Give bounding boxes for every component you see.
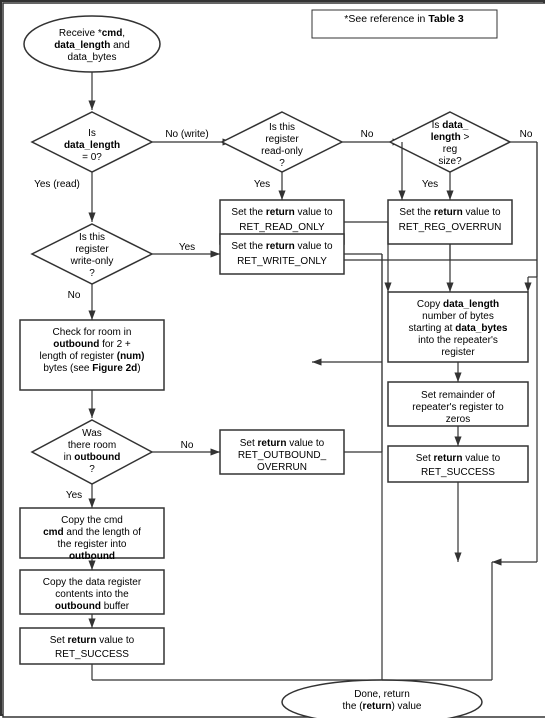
- diagram-container: *See reference in Table 3 Receive *cmd, …: [0, 0, 545, 716]
- svg-text:?: ?: [89, 464, 95, 475]
- svg-text:Yes: Yes: [254, 179, 270, 190]
- svg-text:Is data_: Is data_: [432, 120, 469, 131]
- svg-text:RET_OUTBOUND_: RET_OUTBOUND_: [238, 450, 327, 461]
- svg-text:register: register: [441, 347, 475, 358]
- svg-text:*See reference in Table 3: *See reference in Table 3: [344, 13, 464, 25]
- svg-text:starting at data_bytes: starting at data_bytes: [409, 323, 508, 334]
- svg-text:Set return value to: Set return value to: [50, 635, 135, 646]
- svg-text:in outbound: in outbound: [64, 452, 121, 463]
- svg-text:RET_SUCCESS: RET_SUCCESS: [55, 649, 129, 660]
- svg-text:Copy the cmd: Copy the cmd: [61, 515, 123, 526]
- svg-text:Set return value to: Set return value to: [416, 453, 501, 464]
- svg-text:there room: there room: [68, 440, 116, 451]
- svg-text:write-only: write-only: [70, 256, 114, 267]
- svg-text:Yes: Yes: [422, 179, 438, 190]
- svg-text:Copy the data register: Copy the data register: [43, 577, 142, 588]
- svg-text:length >: length >: [431, 132, 470, 143]
- svg-text:Yes: Yes: [179, 242, 195, 253]
- svg-text:OVERRUN: OVERRUN: [257, 462, 307, 473]
- svg-text:Is: Is: [88, 128, 96, 139]
- svg-text:register: register: [75, 244, 109, 255]
- svg-text:No (write): No (write): [165, 129, 208, 140]
- svg-text:number of bytes: number of bytes: [422, 311, 494, 322]
- svg-text:RET_READ_ONLY: RET_READ_ONLY: [239, 222, 325, 233]
- svg-text:RET_REG_OVERRUN: RET_REG_OVERRUN: [399, 222, 502, 233]
- svg-text:Set the return value to: Set the return value to: [231, 241, 333, 252]
- svg-text:Done, return: Done, return: [354, 689, 410, 700]
- svg-text:size?: size?: [438, 156, 462, 167]
- svg-text:contents into the: contents into the: [55, 589, 129, 600]
- svg-text:Set the return value to: Set the return value to: [399, 207, 501, 218]
- svg-text:outbound for 2 +: outbound for 2 +: [53, 339, 131, 350]
- svg-text:the register into: the register into: [58, 539, 127, 550]
- svg-text:No: No: [181, 440, 194, 451]
- svg-text:No: No: [361, 129, 374, 140]
- svg-text:Is this: Is this: [269, 122, 295, 133]
- svg-text:register: register: [265, 134, 299, 145]
- svg-text:Copy data_length: Copy data_length: [417, 299, 499, 310]
- svg-text:zeros: zeros: [446, 414, 470, 425]
- svg-text:data_length and: data_length and: [54, 40, 130, 51]
- svg-text:repeater's register to: repeater's register to: [412, 402, 504, 413]
- svg-text:Is this: Is this: [79, 232, 105, 243]
- svg-text:No: No: [68, 290, 81, 301]
- svg-text:outbound buffer: outbound buffer: [55, 601, 130, 612]
- svg-text:Set the return value to: Set the return value to: [231, 207, 333, 218]
- svg-text:length of register (num): length of register (num): [39, 351, 144, 362]
- svg-text:data_length: data_length: [64, 140, 120, 151]
- svg-text:RET_WRITE_ONLY: RET_WRITE_ONLY: [237, 256, 327, 267]
- svg-text:the (return) value: the (return) value: [343, 701, 422, 712]
- svg-text:Yes: Yes: [66, 490, 82, 501]
- svg-text:= 0?: = 0?: [82, 152, 102, 163]
- svg-text:Was: Was: [82, 428, 102, 439]
- svg-text:data_bytes: data_bytes: [68, 52, 117, 63]
- svg-text:Set remainder of: Set remainder of: [421, 390, 495, 401]
- svg-text:read-only: read-only: [261, 146, 303, 157]
- svg-text:Yes (read): Yes (read): [34, 179, 80, 190]
- svg-text:Set return value to: Set return value to: [240, 438, 325, 449]
- svg-text:reg: reg: [443, 144, 457, 155]
- svg-text:No: No: [520, 129, 533, 140]
- svg-text:?: ?: [89, 268, 95, 279]
- svg-text:?: ?: [279, 158, 285, 169]
- svg-text:Check for room in: Check for room in: [53, 327, 132, 338]
- svg-text:cmd and the length of: cmd and the length of: [43, 527, 141, 538]
- svg-text:bytes (see Figure 2d): bytes (see Figure 2d): [43, 363, 140, 374]
- svg-text:RET_SUCCESS: RET_SUCCESS: [421, 467, 495, 478]
- svg-text:into the repeater's: into the repeater's: [418, 335, 498, 346]
- svg-text:Receive *cmd,: Receive *cmd,: [59, 28, 125, 39]
